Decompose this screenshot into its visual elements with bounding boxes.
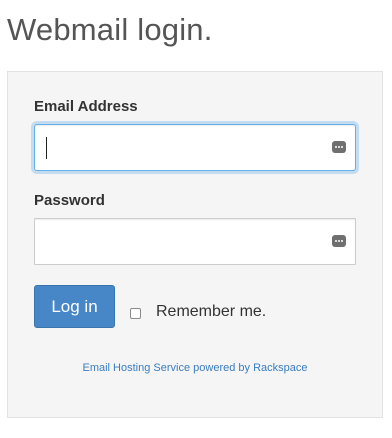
password-manager-key-icon[interactable]	[332, 235, 346, 247]
email-field-wrapper[interactable]	[34, 124, 356, 171]
password-manager-key-icon[interactable]	[332, 141, 346, 153]
text-cursor	[46, 137, 47, 159]
password-field[interactable]	[35, 219, 355, 264]
remember-me-checkbox[interactable]	[130, 308, 141, 319]
email-field[interactable]	[35, 125, 355, 170]
remember-me-label[interactable]: Remember me.	[156, 303, 266, 321]
password-field-wrapper[interactable]	[34, 218, 356, 265]
login-panel: Email Address Password Log in Remember m…	[7, 71, 383, 418]
password-label: Password	[34, 192, 105, 209]
login-button[interactable]: Log in	[34, 285, 115, 328]
page-title: Webmail login.	[7, 12, 213, 47]
email-label: Email Address	[34, 98, 138, 115]
rackspace-link[interactable]: Email Hosting Service powered by Rackspa…	[8, 362, 382, 374]
